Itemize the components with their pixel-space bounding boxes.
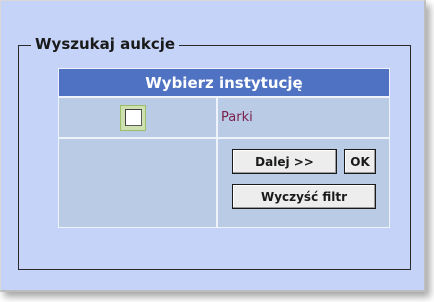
table-header: Wybierz instytucję: [59, 69, 389, 98]
institution-label: Parki: [221, 110, 253, 125]
checkbox-cell: [59, 98, 218, 137]
checkbox-focus-frame: [120, 104, 146, 131]
fieldset-legend: Wyszukaj aukcje: [31, 34, 180, 54]
empty-cell: [59, 139, 218, 227]
clear-filter-button[interactable]: Wyczyść filtr: [232, 184, 376, 209]
table-row: Parki: [59, 98, 389, 139]
ok-button[interactable]: OK: [344, 149, 376, 174]
search-auctions-panel: Wyszukaj aukcje Wybierz instytucję Parki…: [0, 0, 426, 292]
table-row-actions: Dalej >> OK Wyczyść filtr: [59, 139, 389, 227]
next-button[interactable]: Dalej >>: [232, 149, 337, 174]
institution-checkbox-parki[interactable]: [124, 109, 142, 126]
institution-table: Wybierz instytucję Parki Dalej >> OK Wyc…: [58, 68, 390, 228]
